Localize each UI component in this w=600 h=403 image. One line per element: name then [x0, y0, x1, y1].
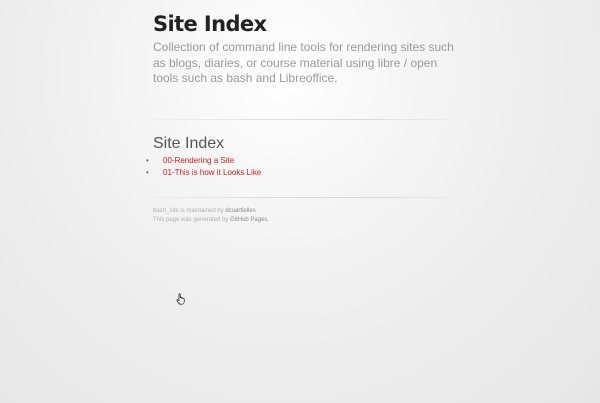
header-divider	[153, 119, 453, 120]
link-rendering-a-site[interactable]: 00-Rendering a Site	[163, 156, 234, 165]
footer-maintainer-line: bash_site is maintained by dcuartielles	[153, 207, 269, 216]
bullet-icon: •	[146, 167, 149, 177]
hand-pointer-icon	[176, 293, 185, 305]
footer-maintainer-prefix: bash_site is maintained by	[153, 208, 226, 214]
site-title[interactable]: Site Index	[153, 12, 267, 36]
site-description: Collection of command line tools for ren…	[153, 40, 454, 85]
list-item: • 00-Rendering a Site	[146, 155, 261, 167]
footer-divider	[153, 197, 453, 198]
index-list: • 00-Rendering a Site • 01-This is how i…	[146, 155, 261, 179]
link-how-it-looks-like[interactable]: 01-This is how it Looks Like	[163, 168, 261, 177]
maintainer-link[interactable]: dcuartielles	[225, 208, 255, 214]
section-heading: Site Index	[153, 135, 225, 152]
footer-generator-prefix: This page was generated by	[153, 217, 231, 223]
github-pages-link[interactable]: GitHub Pages	[230, 217, 267, 223]
footer-generator-line: This page was generated by GitHub Pages.	[153, 216, 269, 225]
footer: bash_site is maintained by dcuartielles …	[153, 207, 269, 225]
bullet-icon: •	[146, 156, 149, 165]
footer-generator-suffix: .	[267, 217, 270, 223]
list-item: • 01-This is how it Looks Like	[146, 167, 261, 179]
